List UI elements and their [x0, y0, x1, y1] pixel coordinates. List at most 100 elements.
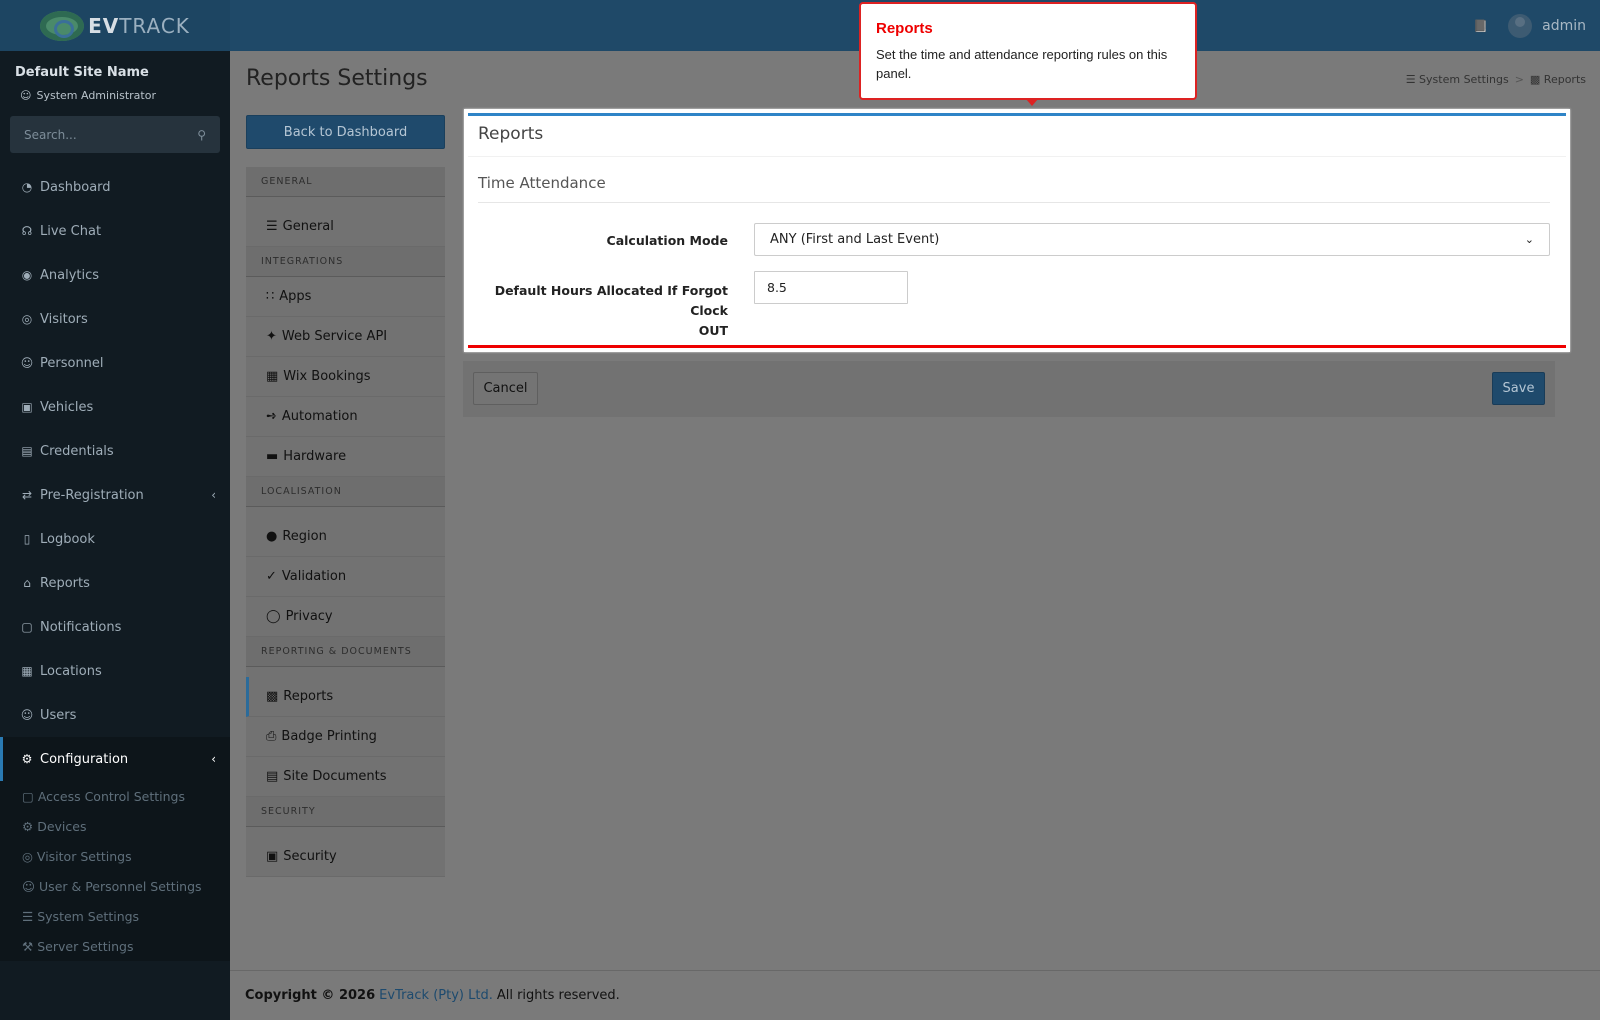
search-icon[interactable]: ⚲ — [197, 128, 206, 142]
role-label: System Administrator — [36, 89, 156, 102]
main-content: Reports Settings ☰ System Settings > ▩ R… — [230, 51, 1600, 1020]
nav-pre-registration[interactable]: ⇄ Pre-Registration ‹ — [0, 473, 230, 517]
spacer — [246, 667, 445, 677]
logo-icon — [40, 10, 85, 41]
default-hours-input[interactable]: 8.5 — [754, 271, 908, 304]
calculation-mode-select[interactable]: ANY (First and Last Event) ⌄ — [754, 223, 1550, 256]
user-menu[interactable]: admin — [1508, 13, 1586, 38]
nav-label: Logbook — [40, 531, 95, 547]
tooltip-body: Set the time and attendance reporting ru… — [876, 47, 1168, 81]
nav-analytics[interactable]: ◉ Analytics — [0, 253, 230, 297]
sub-label: Server Settings — [37, 938, 134, 954]
page-footer: Copyright © 2026 EvTrack (Pty) Ltd. All … — [230, 970, 1600, 1020]
sub-visitor-settings[interactable]: ◎ Visitor Settings — [0, 841, 230, 871]
nav-configuration[interactable]: ⚙ Configuration ‹ — [0, 737, 230, 781]
user-icon: ☺ — [20, 89, 32, 102]
user-name: admin — [1542, 17, 1586, 34]
avatar — [1508, 13, 1533, 38]
back-to-dashboard-button[interactable]: Back to Dashboard — [246, 115, 445, 149]
nav-personnel[interactable]: ☺ Personnel — [0, 341, 230, 385]
brand-bold: EV — [88, 13, 120, 38]
dashboard-icon: ◔ — [21, 180, 33, 194]
sub-devices[interactable]: ⚙ Devices — [0, 811, 230, 841]
item-label: Wix Bookings — [283, 369, 371, 384]
save-button[interactable]: Save — [1492, 372, 1545, 405]
forgot-clock-out-label: Default Hours Allocated If Forgot Clock O… — [478, 281, 728, 341]
cancel-button[interactable]: Cancel — [473, 372, 538, 405]
copyright: Copyright © 2026 — [245, 988, 376, 1003]
tour-tooltip: Reports Set the time and attendance repo… — [859, 2, 1197, 106]
item-label: Hardware — [283, 449, 347, 464]
item-label: Badge Printing — [281, 729, 377, 744]
car-icon: ▣ — [21, 400, 33, 414]
sub-label: User & Personnel Settings — [39, 878, 202, 894]
nav-dashboard[interactable]: ◔ Dashboard — [0, 165, 230, 209]
hardware-icon: ▬ — [266, 449, 279, 464]
eye-icon: ◎ — [22, 848, 33, 864]
search-input[interactable]: Search... ⚲ — [10, 116, 220, 153]
users-icon: ☺ — [22, 878, 36, 894]
nav-label: Users — [40, 707, 77, 723]
sub-server-settings[interactable]: ⚒ Server Settings — [0, 931, 230, 961]
users-icon: ☺ — [20, 708, 34, 722]
item-label: Automation — [281, 409, 358, 424]
list-icon: ☰ — [266, 219, 278, 234]
item-label: Site Documents — [283, 769, 387, 784]
settings-badge-printing[interactable]: ⎙ Badge Printing — [246, 717, 445, 757]
settings-general[interactable]: ☰ General — [246, 207, 445, 247]
sub-access-control[interactable]: ▢ Access Control Settings — [0, 781, 230, 811]
nav-label: Personnel — [40, 355, 104, 371]
settings-validation[interactable]: ✓ Validation — [246, 557, 445, 597]
section-header-general: GENERAL — [246, 167, 445, 197]
nav-vehicles[interactable]: ▣ Vehicles — [0, 385, 230, 429]
company-link[interactable]: EvTrack (Pty) Ltd. — [379, 988, 493, 1003]
nav-live-chat[interactable]: ☊ Live Chat — [0, 209, 230, 253]
nav-logbook[interactable]: ▯ Logbook — [0, 517, 230, 561]
settings-wix-bookings[interactable]: ▦ Wix Bookings — [246, 357, 445, 397]
shield-icon: ◯ — [266, 609, 281, 624]
logo[interactable]: EVTRACK — [0, 0, 230, 51]
spacer — [246, 197, 445, 207]
sub-user-personnel[interactable]: ☺ User & Personnel Settings — [0, 871, 230, 901]
lock-icon: ▢ — [22, 788, 34, 804]
nav-reports[interactable]: ⌂ Reports — [0, 561, 230, 605]
tooltip-title: Reports — [876, 20, 933, 37]
settings-apps[interactable]: ∷ Apps — [246, 277, 445, 317]
panel-title: Reports — [478, 124, 544, 144]
nav-credentials[interactable]: ▤ Credentials — [0, 429, 230, 473]
settings-hardware[interactable]: ▬ Hardware — [246, 437, 445, 477]
nav-visitors[interactable]: ◎ Visitors — [0, 297, 230, 341]
manual-icon[interactable]: 📕 — [1473, 19, 1488, 33]
sliders-icon: ☰ — [22, 908, 34, 924]
reports-panel: Reports Time Attendance Calculation Mode… — [468, 113, 1566, 348]
settings-reports[interactable]: ▩ Reports — [246, 677, 445, 717]
nav-label: Visitors — [40, 311, 88, 327]
nav-notifications[interactable]: ▢ Notifications — [0, 605, 230, 649]
divider — [468, 156, 1566, 157]
item-label: Privacy — [285, 609, 333, 624]
sub-system-settings[interactable]: ☰ System Settings — [0, 901, 230, 931]
crumb-system-settings[interactable]: ☰ System Settings — [1406, 73, 1509, 86]
settings-site-documents[interactable]: ▤ Site Documents — [246, 757, 445, 797]
headset-icon: ☊ — [21, 224, 33, 238]
settings-nav: GENERAL ☰ General INTEGRATIONS ∷ Apps ✦ Web… — [246, 167, 445, 877]
nav-users[interactable]: ☺ Users — [0, 693, 230, 737]
page-title: Reports Settings — [246, 66, 428, 91]
reports-icon: ⌂ — [23, 576, 31, 590]
chevron-left-icon: ‹ — [211, 488, 216, 502]
section-header-security: SECURITY — [246, 797, 445, 827]
crumb-reports: ▩ Reports — [1529, 73, 1586, 86]
settings-automation[interactable]: ➺ Automation — [246, 397, 445, 437]
item-label: Apps — [279, 289, 312, 304]
check-circle-icon: ✓ — [266, 569, 277, 584]
item-label: Security — [283, 849, 337, 864]
book-icon: ▯ — [23, 532, 31, 546]
settings-privacy[interactable]: ◯ Privacy — [246, 597, 445, 637]
nav-locations[interactable]: ▦ Locations — [0, 649, 230, 693]
chevron-down-icon: ⌄ — [1524, 233, 1534, 246]
settings-region[interactable]: ● Region — [246, 517, 445, 557]
bolt-icon: ➺ — [266, 409, 277, 424]
item-label: Validation — [281, 569, 347, 584]
settings-web-service-api[interactable]: ✦ Web Service API — [246, 317, 445, 357]
settings-security[interactable]: ▣ Security — [246, 837, 445, 877]
